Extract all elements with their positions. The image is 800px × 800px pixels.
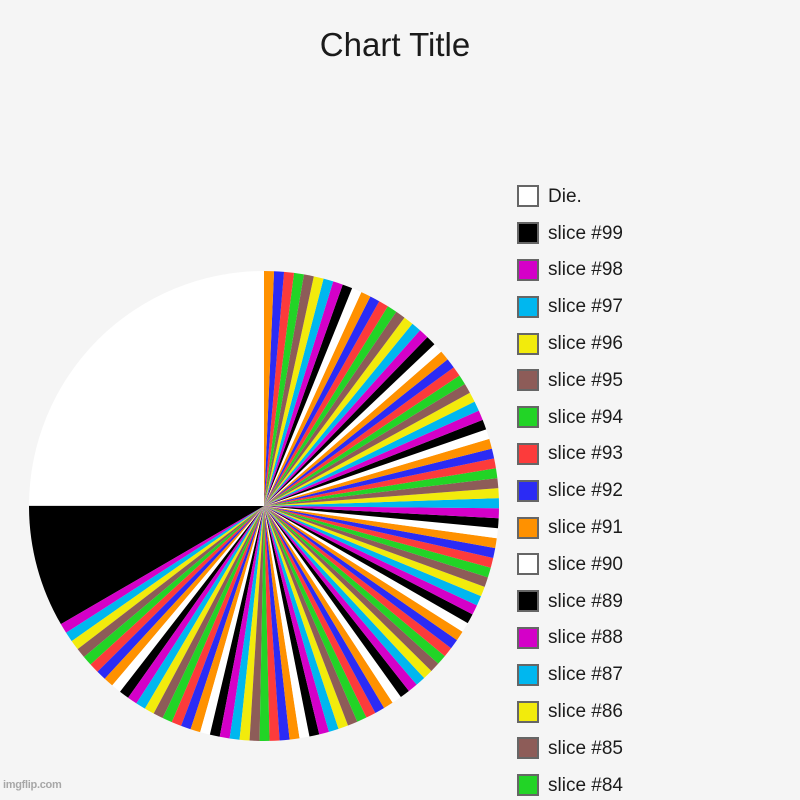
- legend-item-label: slice #93: [548, 443, 623, 465]
- legend-item[interactable]: slice #95: [517, 362, 800, 399]
- legend-item-label: slice #89: [548, 590, 623, 612]
- legend-item-label: slice #95: [548, 369, 623, 391]
- legend-item[interactable]: slice #96: [517, 325, 800, 362]
- legend-color-swatch: [517, 774, 539, 797]
- legend-color-swatch: [517, 553, 539, 576]
- legend-color-swatch: [517, 369, 539, 392]
- legend-item[interactable]: slice #86: [517, 693, 800, 730]
- imgflip-watermark: imgflip.com: [3, 779, 62, 791]
- legend-color-swatch: [517, 295, 539, 318]
- pie-slice[interactable]: [29, 271, 264, 506]
- legend-color-swatch: [517, 332, 539, 355]
- legend-item[interactable]: slice #98: [517, 252, 800, 289]
- legend-item-label: slice #87: [548, 664, 623, 686]
- legend-color-swatch: [517, 737, 539, 760]
- legend-item-label: slice #94: [548, 406, 623, 428]
- legend-item[interactable]: slice #89: [517, 583, 800, 620]
- legend-color-swatch: [517, 258, 539, 281]
- legend-color-swatch: [517, 406, 539, 429]
- legend-color-swatch: [517, 442, 539, 465]
- legend-color-swatch: [517, 663, 539, 686]
- legend-item[interactable]: slice #84: [517, 767, 800, 800]
- pie-slice-group: [28, 271, 500, 741]
- chart-legend: Die. slice #99 slice #98 slice #97 slice #96…: [517, 178, 800, 800]
- legend-item[interactable]: slice #97: [517, 288, 800, 325]
- legend-item-label: slice #85: [548, 737, 623, 759]
- legend-item-label: slice #98: [548, 259, 623, 281]
- pie-chart-svg: [28, 271, 500, 741]
- legend-item[interactable]: slice #91: [517, 509, 800, 546]
- legend-color-swatch: [517, 222, 539, 245]
- legend-item-label: Die.: [548, 185, 582, 207]
- legend-color-swatch: [517, 700, 539, 723]
- legend-item[interactable]: slice #85: [517, 730, 800, 767]
- legend-item[interactable]: slice #99: [517, 215, 800, 252]
- legend-item-label: slice #97: [548, 296, 623, 318]
- legend-item[interactable]: slice #92: [517, 472, 800, 509]
- legend-item[interactable]: slice #87: [517, 656, 800, 693]
- chart-canvas: Chart Title Die. slice #99 slice #98 slice …: [0, 0, 800, 800]
- legend-item[interactable]: slice #88: [517, 620, 800, 657]
- legend-item-label: slice #92: [548, 480, 623, 502]
- legend-color-swatch: [517, 516, 539, 539]
- legend-color-swatch: [517, 185, 539, 208]
- legend-color-swatch: [517, 626, 539, 649]
- legend-item-label: slice #99: [548, 222, 623, 244]
- legend-item[interactable]: slice #93: [517, 436, 800, 473]
- legend-item-label: slice #86: [548, 701, 623, 723]
- legend-item-label: slice #88: [548, 627, 623, 649]
- legend-item[interactable]: slice #90: [517, 546, 800, 583]
- legend-item-label: slice #84: [548, 774, 623, 796]
- legend-item-label: slice #91: [548, 517, 623, 539]
- pie-chart: [0, 0, 520, 800]
- legend-item[interactable]: Die.: [517, 178, 800, 215]
- legend-color-swatch: [517, 590, 539, 613]
- legend-item-label: slice #90: [548, 553, 623, 575]
- legend-item-label: slice #96: [548, 333, 623, 355]
- legend-item[interactable]: slice #94: [517, 399, 800, 436]
- legend-color-swatch: [517, 479, 539, 502]
